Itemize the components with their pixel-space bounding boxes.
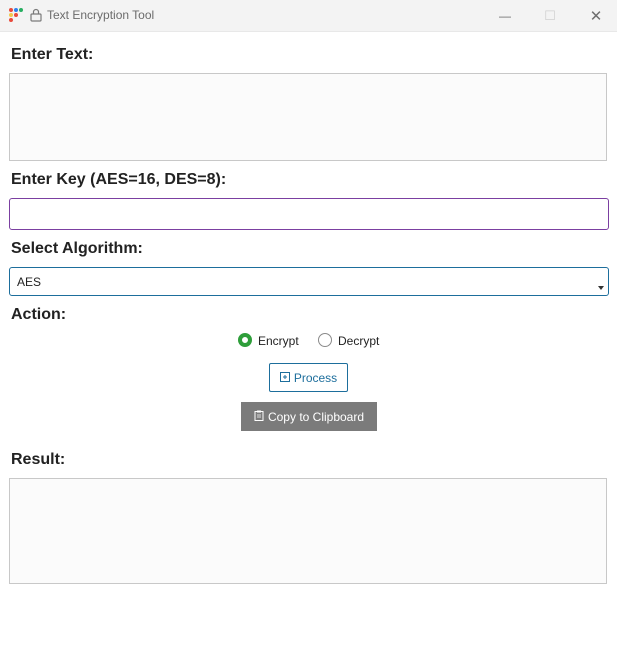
process-button-label: Process — [293, 370, 338, 385]
clipboard-icon — [254, 410, 264, 424]
decrypt-radio-label[interactable]: Decrypt — [338, 334, 379, 348]
encrypt-radio[interactable] — [238, 333, 252, 347]
maximize-button[interactable]: ☐ — [527, 0, 573, 31]
title-bar: Text Encryption Tool — ☐ ✕ — [0, 0, 617, 32]
result-label: Result: — [11, 451, 66, 468]
minimize-button[interactable]: — — [482, 0, 528, 31]
input-text-area[interactable] — [9, 73, 607, 161]
close-icon: ✕ — [589, 7, 603, 25]
window-title: Text Encryption Tool — [47, 8, 155, 22]
maximize-icon: ☐ — [544, 7, 556, 23]
chevron-down-icon — [598, 286, 604, 290]
input-text-label: Enter Text: — [11, 46, 94, 63]
key-label: Enter Key (AES=16, DES=8): — [11, 171, 227, 188]
minimize-icon: — — [499, 8, 511, 23]
key-input[interactable] — [9, 198, 609, 230]
process-icon — [279, 371, 290, 385]
copy-button-label: Copy to Clipboard — [267, 409, 365, 424]
action-label: Action: — [11, 306, 67, 323]
close-button[interactable]: ✕ — [573, 0, 617, 31]
lock-icon — [29, 8, 43, 22]
result-text-area[interactable] — [9, 478, 607, 584]
algorithm-label: Select Algorithm: — [11, 240, 143, 257]
algorithm-selected-value: AES — [17, 275, 42, 289]
process-button[interactable]: Process — [269, 363, 348, 392]
decrypt-radio[interactable] — [318, 333, 332, 347]
copy-to-clipboard-button[interactable]: Copy to Clipboard — [241, 402, 377, 431]
app-grid-icon — [9, 8, 23, 22]
encrypt-radio-label[interactable]: Encrypt — [258, 334, 299, 348]
algorithm-select[interactable]: AES — [9, 267, 609, 296]
